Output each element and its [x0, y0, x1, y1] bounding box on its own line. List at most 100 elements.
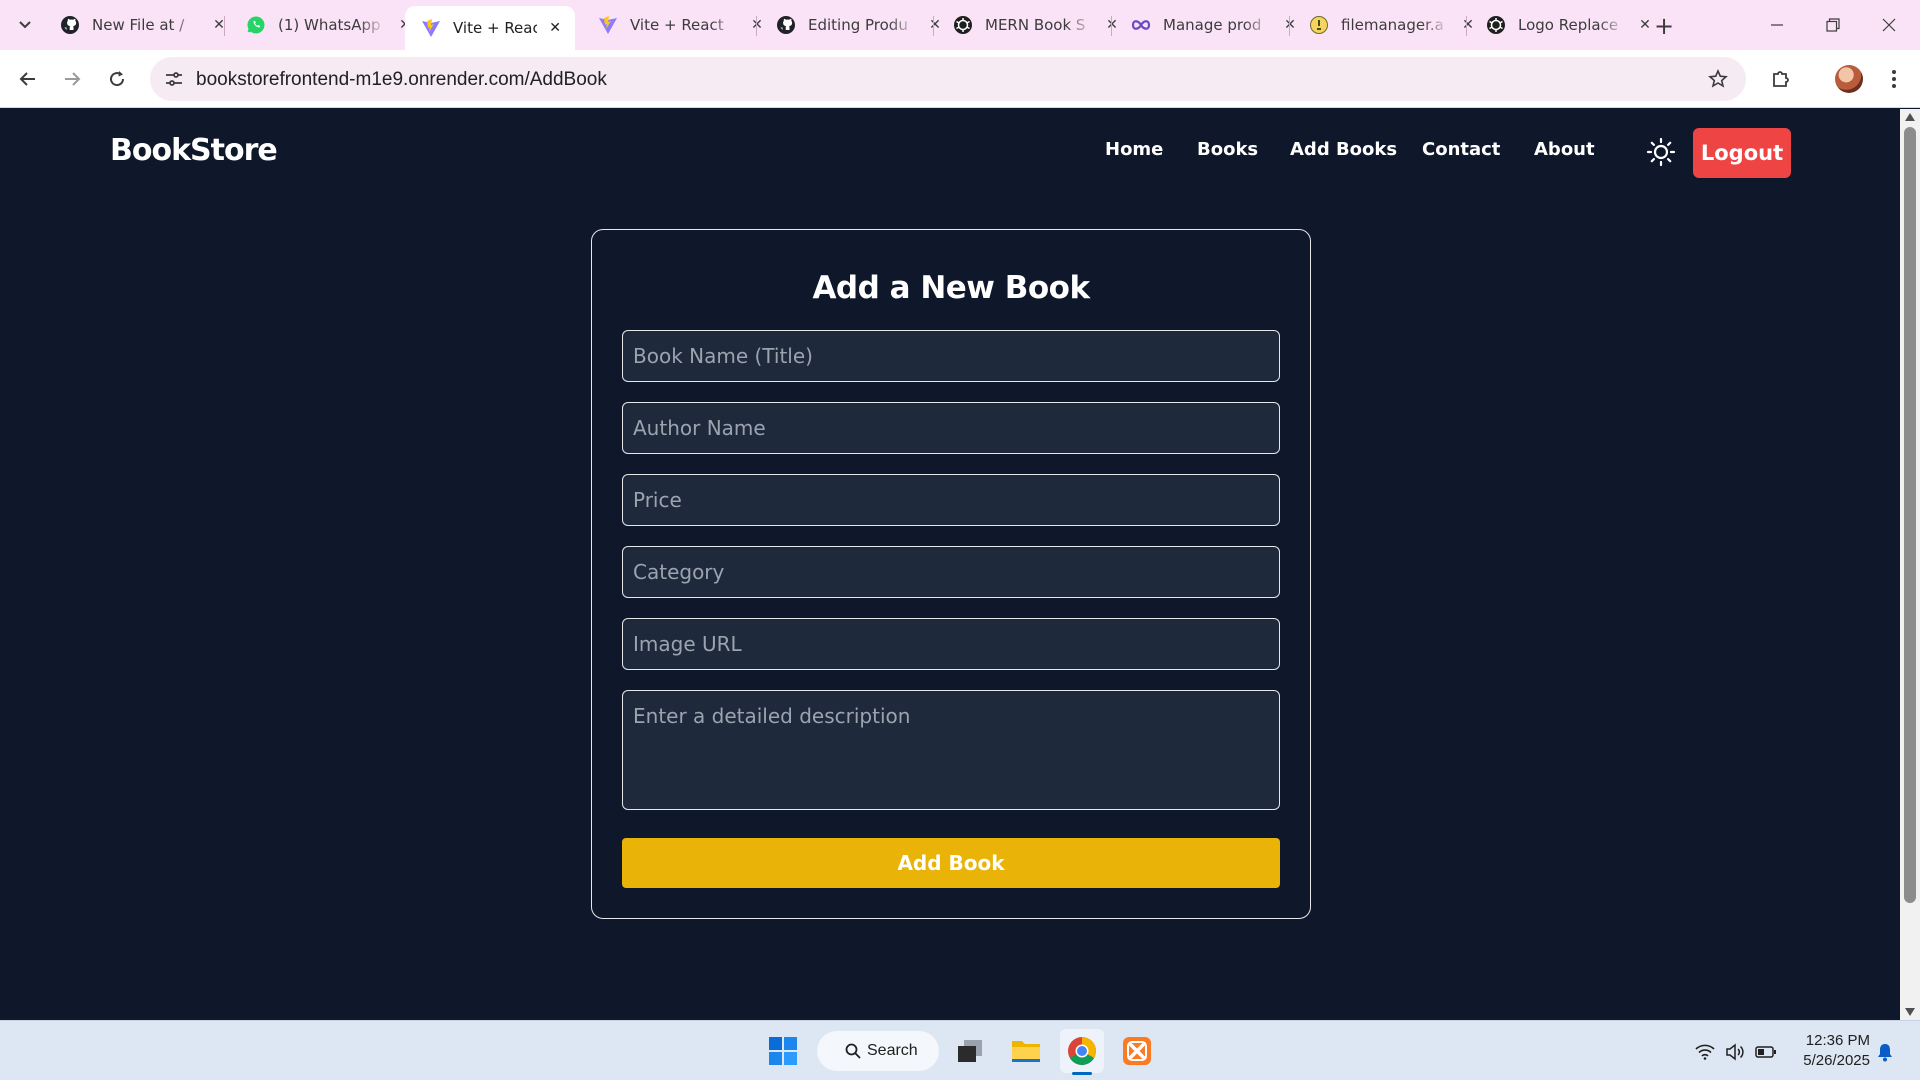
- tab-title: filemanager.a: [1341, 16, 1444, 34]
- taskbar-search-label: Search: [867, 1042, 918, 1059]
- browser-tab[interactable]: filemanager.a ✕: [1293, 6, 1489, 44]
- volume-icon[interactable]: [1724, 1041, 1746, 1063]
- forward-button[interactable]: [57, 64, 87, 94]
- lightbulb-icon: [1309, 15, 1329, 35]
- browser-tab[interactable]: New File at / ✕: [44, 6, 240, 44]
- browser-tab[interactable]: Vite + React ✕: [582, 6, 778, 44]
- tab-title: New File at /: [92, 16, 185, 34]
- url-text[interactable]: bookstorefrontend-m1e9.onrender.com/AddB…: [196, 69, 607, 91]
- notification-bell-icon[interactable]: [1874, 1041, 1896, 1063]
- restore-button[interactable]: [1811, 8, 1855, 42]
- tab-separator: [933, 16, 934, 36]
- category-input[interactable]: Category: [622, 546, 1280, 598]
- windows-taskbar: Search 12:36 PM 5/26/2025: [0, 1020, 1920, 1080]
- tab-search-button[interactable]: [10, 12, 40, 38]
- page-content: BookStore Home Books Add Books Contact A…: [0, 109, 1900, 1020]
- clock-time: 12:36 PM: [1805, 1032, 1870, 1049]
- start-button[interactable]: [761, 1029, 805, 1073]
- theme-toggle-button[interactable]: [1645, 136, 1677, 168]
- close-icon: [1882, 18, 1896, 32]
- new-tab-button[interactable]: +: [1650, 12, 1678, 40]
- nav-link-home[interactable]: Home: [1105, 139, 1163, 160]
- nav-link-about[interactable]: About: [1534, 139, 1595, 160]
- browser-tab-strip: New File at / ✕ (1) WhatsApp ✕ Vite + Re…: [0, 0, 1920, 50]
- tab-separator: [756, 16, 757, 36]
- form-title: Add a New Book: [812, 270, 1090, 306]
- tab-separator: [224, 16, 225, 36]
- close-icon[interactable]: ✕: [545, 17, 565, 39]
- wifi-icon[interactable]: [1694, 1041, 1716, 1063]
- nav-link-books[interactable]: Books: [1197, 139, 1258, 160]
- brand-logo[interactable]: BookStore: [110, 133, 278, 168]
- scroll-down-arrow-icon[interactable]: [1905, 1008, 1915, 1016]
- tab-separator: [1289, 16, 1290, 36]
- github-icon: [60, 15, 80, 35]
- browser-tab[interactable]: Logo Replace ✕: [1470, 6, 1666, 44]
- browser-tab[interactable]: MERN Book S ✕: [937, 6, 1133, 44]
- image-url-placeholder: Image URL: [633, 632, 742, 656]
- nav-link-contact[interactable]: Contact: [1422, 139, 1500, 160]
- task-view-icon: [958, 1040, 982, 1062]
- author-name-placeholder: Author Name: [633, 416, 766, 440]
- page-scrollbar[interactable]: [1900, 109, 1920, 1020]
- scrollbar-thumb[interactable]: [1904, 127, 1916, 903]
- plus-icon: +: [1653, 12, 1675, 40]
- description-placeholder: Enter a detailed description: [633, 704, 911, 728]
- nav-link-add-books[interactable]: Add Books: [1290, 139, 1397, 160]
- reload-button[interactable]: [102, 64, 132, 94]
- tab-separator: [1466, 16, 1467, 36]
- chrome-taskbar-button[interactable]: [1060, 1029, 1104, 1075]
- chevron-down-icon: [19, 21, 31, 29]
- add-book-form: Add a New Book Book Name (Title) Author …: [591, 229, 1311, 919]
- task-view-button[interactable]: [948, 1029, 992, 1073]
- back-button[interactable]: [13, 64, 43, 94]
- bookmark-star-icon[interactable]: [1706, 67, 1730, 91]
- browser-tab-active[interactable]: Vite + React ✕: [405, 6, 575, 50]
- close-window-button[interactable]: [1867, 8, 1911, 42]
- vite-icon: [598, 15, 618, 35]
- xampp-taskbar-button[interactable]: [1115, 1029, 1159, 1073]
- clock-date: 5/26/2025: [1803, 1052, 1870, 1069]
- browser-toolbar: bookstorefrontend-m1e9.onrender.com/AddB…: [0, 50, 1920, 108]
- chatgpt-icon: [953, 15, 973, 35]
- price-input[interactable]: Price: [622, 474, 1280, 526]
- extensions-icon[interactable]: [1767, 65, 1795, 93]
- profile-avatar[interactable]: [1835, 65, 1863, 93]
- search-icon: [845, 1043, 861, 1059]
- add-book-button[interactable]: Add Book: [622, 838, 1280, 888]
- sun-icon: [1646, 137, 1676, 167]
- browser-menu-icon[interactable]: [1880, 65, 1908, 93]
- close-icon[interactable]: ✕: [208, 14, 230, 36]
- chrome-icon: [1068, 1037, 1096, 1065]
- category-placeholder: Category: [633, 560, 725, 584]
- file-explorer-button[interactable]: [1004, 1029, 1048, 1073]
- scroll-up-arrow-icon[interactable]: [1905, 113, 1915, 121]
- browser-tab[interactable]: Editing Produ ✕: [760, 6, 956, 44]
- book-title-placeholder: Book Name (Title): [633, 344, 813, 368]
- battery-icon[interactable]: [1755, 1041, 1777, 1063]
- reload-icon: [110, 71, 125, 87]
- taskbar-search[interactable]: Search: [817, 1031, 939, 1071]
- site-info-icon[interactable]: [162, 67, 186, 91]
- description-textarea[interactable]: Enter a detailed description: [622, 690, 1280, 810]
- browser-tab[interactable]: Manage prod ✕: [1115, 6, 1311, 44]
- book-title-input[interactable]: Book Name (Title): [622, 330, 1280, 382]
- tab-title: (1) WhatsApp: [278, 16, 381, 34]
- author-name-input[interactable]: Author Name: [622, 402, 1280, 454]
- windows-logo-icon: [769, 1037, 797, 1065]
- tab-title: Logo Replace: [1518, 16, 1619, 34]
- arrow-right-icon: [65, 72, 81, 86]
- infinity-icon: [1131, 15, 1151, 35]
- folder-icon: [1012, 1041, 1040, 1062]
- restore-icon: [1826, 18, 1840, 32]
- image-url-input[interactable]: Image URL: [622, 618, 1280, 670]
- address-bar[interactable]: bookstorefrontend-m1e9.onrender.com/AddB…: [150, 57, 1746, 101]
- price-placeholder: Price: [633, 488, 682, 512]
- tab-separator: [1111, 16, 1112, 36]
- logout-button[interactable]: Logout: [1693, 128, 1791, 178]
- tab-title: Vite + React: [453, 19, 538, 37]
- tab-title: Vite + React: [630, 16, 724, 34]
- system-clock[interactable]: 12:36 PM 5/26/2025: [1780, 1031, 1870, 1071]
- minimize-button[interactable]: [1755, 8, 1799, 42]
- browser-tab[interactable]: (1) WhatsApp ✕: [230, 6, 426, 44]
